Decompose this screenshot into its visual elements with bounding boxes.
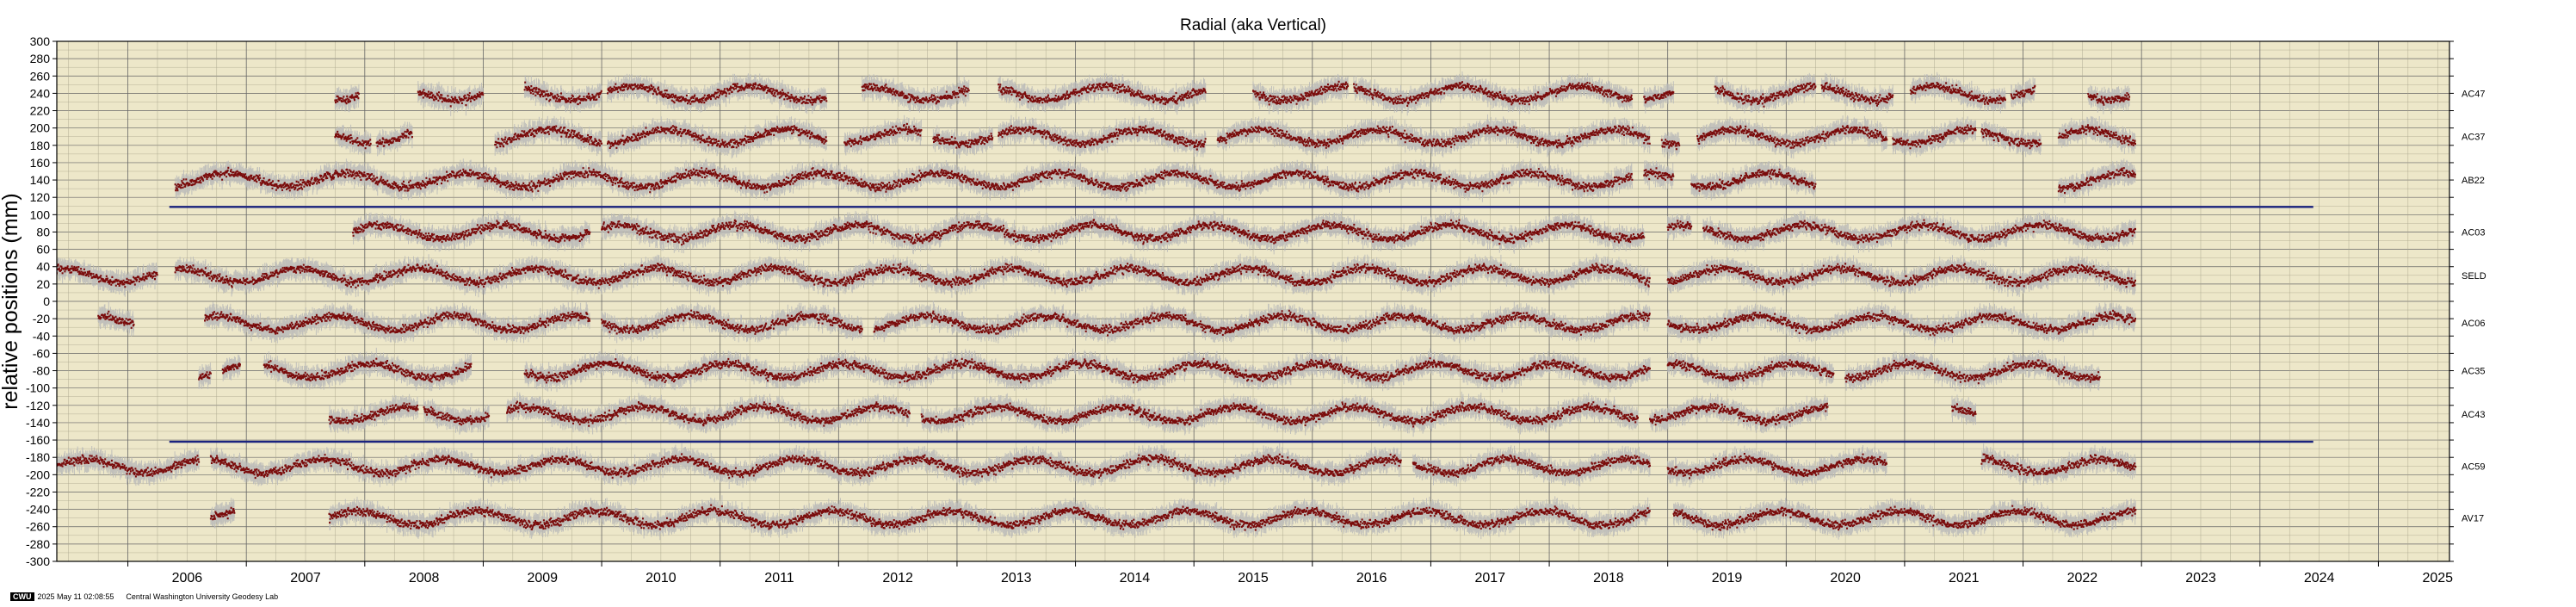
timestamp: 2025 May 11 02:08:55 [37,592,114,601]
x-tick-label: 2016 [1356,571,1387,585]
series-label: AC47 [2462,89,2486,99]
y-tick-label: -200 [26,468,50,481]
y-tick-label: -260 [26,520,50,534]
x-tick-label: 2007 [290,571,321,585]
x-tick-label: 2022 [2067,571,2098,585]
series-label: AV17 [2462,514,2484,524]
radial-position-chart: 3002802602402202001801601401201008060402… [0,16,2486,585]
y-tick-label: 80 [36,225,50,238]
lab-logo: CWU [10,592,34,601]
x-tick-label: 2014 [1120,571,1151,585]
y-tick-label: 40 [36,260,50,274]
y-tick-label: 120 [30,190,51,204]
series-label: AB22 [2462,176,2485,186]
y-tick-label: 20 [36,277,50,291]
y-tick-label: -280 [26,537,50,551]
series-label: AC35 [2462,367,2486,377]
x-tick-label: 2023 [2185,571,2216,585]
x-tick-label: 2018 [1593,571,1624,585]
x-tick-label: 2019 [1712,571,1743,585]
x-tick-label: 2012 [882,571,913,585]
series-label: AC59 [2462,461,2486,472]
y-tick-label: -180 [26,450,50,464]
y-tick-label: 60 [36,243,50,257]
y-tick-label: -120 [26,399,50,412]
x-tick-label: 2017 [1474,571,1505,585]
y-tick-label: -100 [26,381,50,395]
x-tick-label: 2025 [2422,571,2453,585]
series-label: AC03 [2462,227,2486,238]
x-tick-label: 2006 [172,571,203,585]
y-axis-label: relative positions (mm) [0,193,22,409]
series-label: SELD [2462,271,2486,282]
x-tick-label: 2015 [1238,571,1269,585]
y-tick-label: 240 [30,86,51,100]
x-tick-label: 2011 [764,571,794,585]
y-tick-label: 260 [30,69,51,83]
footer: CWU 2025 May 11 02:08:55 Central Washingto… [10,592,278,601]
y-tick-label: -60 [33,346,50,360]
x-tick-label: 2020 [1830,571,1861,585]
x-tick-label: 2010 [646,571,676,585]
x-tick-label: 2024 [2304,571,2335,585]
y-tick-label: 220 [30,104,51,118]
y-tick-label: -80 [33,364,50,378]
y-tick-label: -300 [26,554,50,568]
y-tick-label: -20 [33,312,50,325]
x-tick-label: 2013 [1001,571,1032,585]
chart-title: Radial (aka Vertical) [1180,16,1326,34]
x-tick-label: 2009 [527,571,558,585]
y-tick-label: -240 [26,503,50,517]
y-tick-label: -220 [26,485,50,499]
series-label: AC37 [2462,133,2486,143]
y-tick-label: -140 [26,416,50,430]
y-tick-label: 140 [30,173,51,187]
y-tick-label: 280 [30,52,51,65]
series-label: AC06 [2462,319,2486,329]
y-tick-label: 160 [30,156,51,170]
y-tick-label: 0 [43,294,50,308]
credit-text: Central Washington University Geodesy La… [126,592,279,601]
y-tick-label: 200 [30,121,51,135]
x-tick-label: 2021 [1949,571,1980,585]
y-tick-label: -40 [33,329,50,343]
y-tick-label: -160 [26,433,50,447]
x-tick-label: 2008 [409,571,440,585]
y-tick-label: 300 [30,34,51,48]
y-tick-label: 180 [30,139,51,152]
series-label: AC43 [2462,410,2486,420]
y-tick-label: 100 [30,207,51,221]
